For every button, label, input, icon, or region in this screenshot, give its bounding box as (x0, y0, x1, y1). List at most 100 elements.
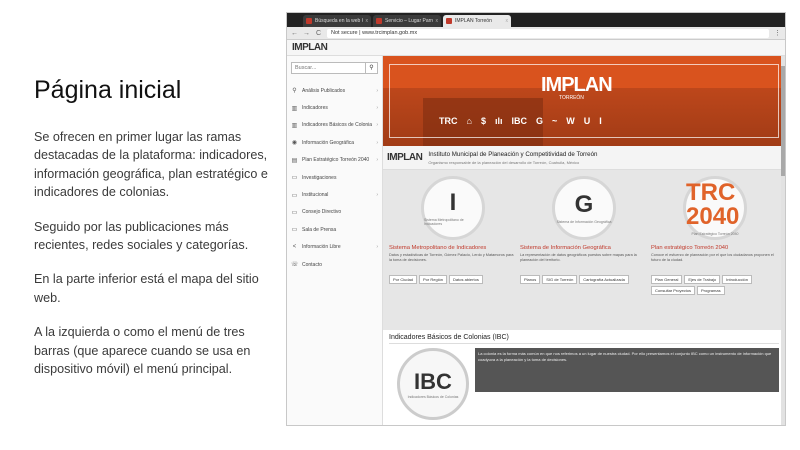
institute-description: Organismo responsable de la planeación d… (428, 159, 580, 165)
institute-logo: IMPLAN (387, 152, 423, 163)
browser-tab[interactable]: Servicio – Lugar Parroquial x (373, 15, 441, 27)
card-description: Datos y estadísticas de Torreón, Gómez P… (389, 253, 514, 262)
slide-paragraph: A la izquierda o como el menú de tres ba… (34, 325, 251, 377)
card-title[interactable]: Plan estratégico Torreón 2040 (651, 245, 728, 251)
sidebar-item-icon: ▤ (291, 157, 298, 164)
sidebar-item[interactable]: < Información Libre › (287, 239, 382, 256)
slide-title: Página inicial (34, 76, 182, 104)
hero-link-icon[interactable]: TRC (439, 116, 458, 126)
forward-icon[interactable]: → (303, 30, 310, 37)
url-field[interactable]: Not secure | www.trcimplan.gob.mx (327, 28, 769, 38)
card-logo-caption: Sistema Metropolitano de Indicadores (424, 217, 464, 226)
card-link-button[interactable]: SIG de Torreón (542, 275, 578, 284)
site-header: IMPLAN (287, 40, 785, 56)
feature-card: G Sistema de Información Geográfica Sistem… (520, 176, 648, 330)
tab-close-icon[interactable]: x (436, 18, 439, 24)
hero-link-icon[interactable]: ılı (495, 116, 503, 126)
sidebar-item-label: Plan Estratégico Torreón 2040 (302, 157, 370, 164)
card-link-button[interactable]: Por Región (419, 275, 448, 284)
browser-menu-icon[interactable]: ⋮ (774, 29, 781, 37)
sidebar-item-icon: ▭ (291, 192, 298, 199)
card-link-button[interactable]: Por Ciudad (389, 275, 418, 284)
card-link-button[interactable]: Programas (697, 286, 725, 295)
card-description: La representación de datos geográficos p… (520, 253, 637, 262)
scrollbar-thumb[interactable] (781, 66, 785, 176)
sidebar-item[interactable]: ◉ Información Geográfica › (287, 134, 382, 151)
card-logo[interactable]: TRC 2040 Plan Estratégico Torreón 2040 (683, 176, 747, 240)
site-logo[interactable]: IMPLAN (292, 42, 328, 53)
chevron-right-icon: › (376, 139, 378, 146)
hero-link-icon[interactable]: U (584, 116, 591, 126)
ibc-section: Indicadores Básicos de Colonias (IBC) IB… (383, 330, 785, 425)
sidebar-item[interactable]: ⚲ Análisis Publicados › (287, 82, 382, 99)
sidebar-item[interactable]: ▥ Indicadores › (287, 99, 382, 116)
hero-link-icon[interactable]: IBC (511, 116, 527, 126)
sidebar-item[interactable]: ▭ Consejo Directivo (287, 204, 382, 221)
hero-link-icon[interactable]: I (599, 116, 602, 126)
tab-close-icon[interactable]: x (506, 18, 509, 24)
main-content: IMPLAN TORREÓN TRC ⌂ $ ılı IBC G ~ W U I IMPLAN I… (383, 56, 785, 425)
card-title[interactable]: Sistema Metropolitano de Indicadores (389, 245, 486, 251)
card-logo[interactable]: G Sistema de Información Geográfica (552, 176, 616, 240)
sidebar-item[interactable]: ▭ Sala de Prensa (287, 221, 382, 238)
tab-close-icon[interactable]: x (366, 18, 369, 24)
browser-tab[interactable]: Búsqueda en la web Google x (303, 15, 371, 27)
reload-icon[interactable]: C (315, 30, 322, 37)
ibc-logo[interactable]: IBC Indicadores Básicos de Colonias (397, 348, 469, 420)
card-buttons: Plan General Ejes de Trabajo Introducción C… (651, 275, 779, 295)
card-description: Conoce el esfuerzo de planeación por el … (651, 253, 774, 262)
hero-icons: TRC ⌂ $ ılı IBC G ~ W U I (439, 116, 602, 126)
sidebar-item-icon: ▥ (291, 105, 298, 112)
card-link-button[interactable]: Plan General (651, 275, 683, 284)
hero-link-icon[interactable]: ~ (552, 116, 557, 126)
hero-link-icon[interactable]: G (536, 116, 543, 126)
hero-link-icon[interactable]: $ (481, 116, 486, 126)
sidebar-item-icon: ▭ (291, 209, 298, 216)
sidebar-item-icon: ▥ (291, 122, 298, 129)
sidebar-item-label: Consejo Directivo (302, 209, 342, 216)
sidebar-item-label: Sala de Prensa (302, 226, 337, 233)
slide-paragraph: En la parte inferior está el mapa del si… (34, 272, 259, 305)
search-box: ⚲ (291, 62, 378, 74)
tab-bar: Búsqueda en la web Google x Servicio – L… (287, 13, 785, 27)
card-logo-text: I (449, 188, 457, 216)
sidebar-item-icon: ☏ (291, 262, 299, 269)
chevron-right-icon: › (376, 157, 378, 164)
card-link-button[interactable]: Cartografía Actualizada (579, 275, 629, 284)
chevron-right-icon: › (376, 122, 378, 129)
hero-link-icon[interactable]: ⌂ (467, 116, 472, 126)
hero-subtitle: TORREÓN (559, 95, 584, 101)
search-icon[interactable]: ⚲ (365, 63, 377, 73)
favicon-icon (446, 18, 452, 24)
card-logo-caption: Sistema de Información Geográfica (556, 219, 612, 224)
back-icon[interactable]: ← (291, 30, 298, 37)
card-link-button[interactable]: Consultar Proyectos (651, 286, 696, 295)
card-link-button[interactable]: Ejes de Trabajo (684, 275, 721, 284)
card-logo-text: TRC 2040 (686, 178, 740, 230)
sidebar-item[interactable]: ▭ Institucional › (287, 186, 382, 203)
sidebar-item[interactable]: ▭ Investigaciones (287, 169, 382, 186)
browser-tab-active[interactable]: IMPLAN Torreón x (443, 15, 511, 27)
card-title[interactable]: Sistema de Información Geográfica (520, 245, 611, 251)
sidebar-item[interactable]: ▤ Plan Estratégico Torreón 2040 › (287, 152, 382, 169)
search-input[interactable] (292, 63, 365, 73)
chevron-right-icon: › (376, 87, 378, 94)
hero-link-icon[interactable]: W (566, 116, 575, 126)
page-scrollbar[interactable] (781, 56, 785, 425)
institute-name: Instituto Municipal de Planeación y Comp… (428, 150, 598, 158)
sidebar-item-label: Investigaciones (302, 174, 337, 181)
card-link-button[interactable]: Datos abiertos (449, 275, 483, 284)
slide-paragraph: Seguido por las publicaciones más recien… (34, 219, 249, 253)
card-link-button[interactable]: Introducción (722, 275, 752, 284)
sidebar-item-icon: < (292, 244, 297, 251)
sidebar-item[interactable]: ☏ Contacto (287, 256, 382, 273)
favicon-icon (376, 18, 382, 24)
sidebar-item-icon: ▭ (291, 175, 298, 182)
sidebar-item-label: Información Libre (302, 244, 341, 251)
ibc-title: Indicadores Básicos de Colonias (IBC) (389, 334, 779, 344)
card-logo[interactable]: I Sistema Metropolitano de Indicadores (421, 176, 485, 240)
card-link-button[interactable]: Planos (520, 275, 541, 284)
hero-banner: IMPLAN TORREÓN TRC ⌂ $ ılı IBC G ~ W U I (383, 56, 785, 146)
sidebar-item-label: Información Geográfica (302, 139, 354, 146)
sidebar-item[interactable]: ▥ Indicadores Básicos de Colonias › (287, 117, 382, 134)
